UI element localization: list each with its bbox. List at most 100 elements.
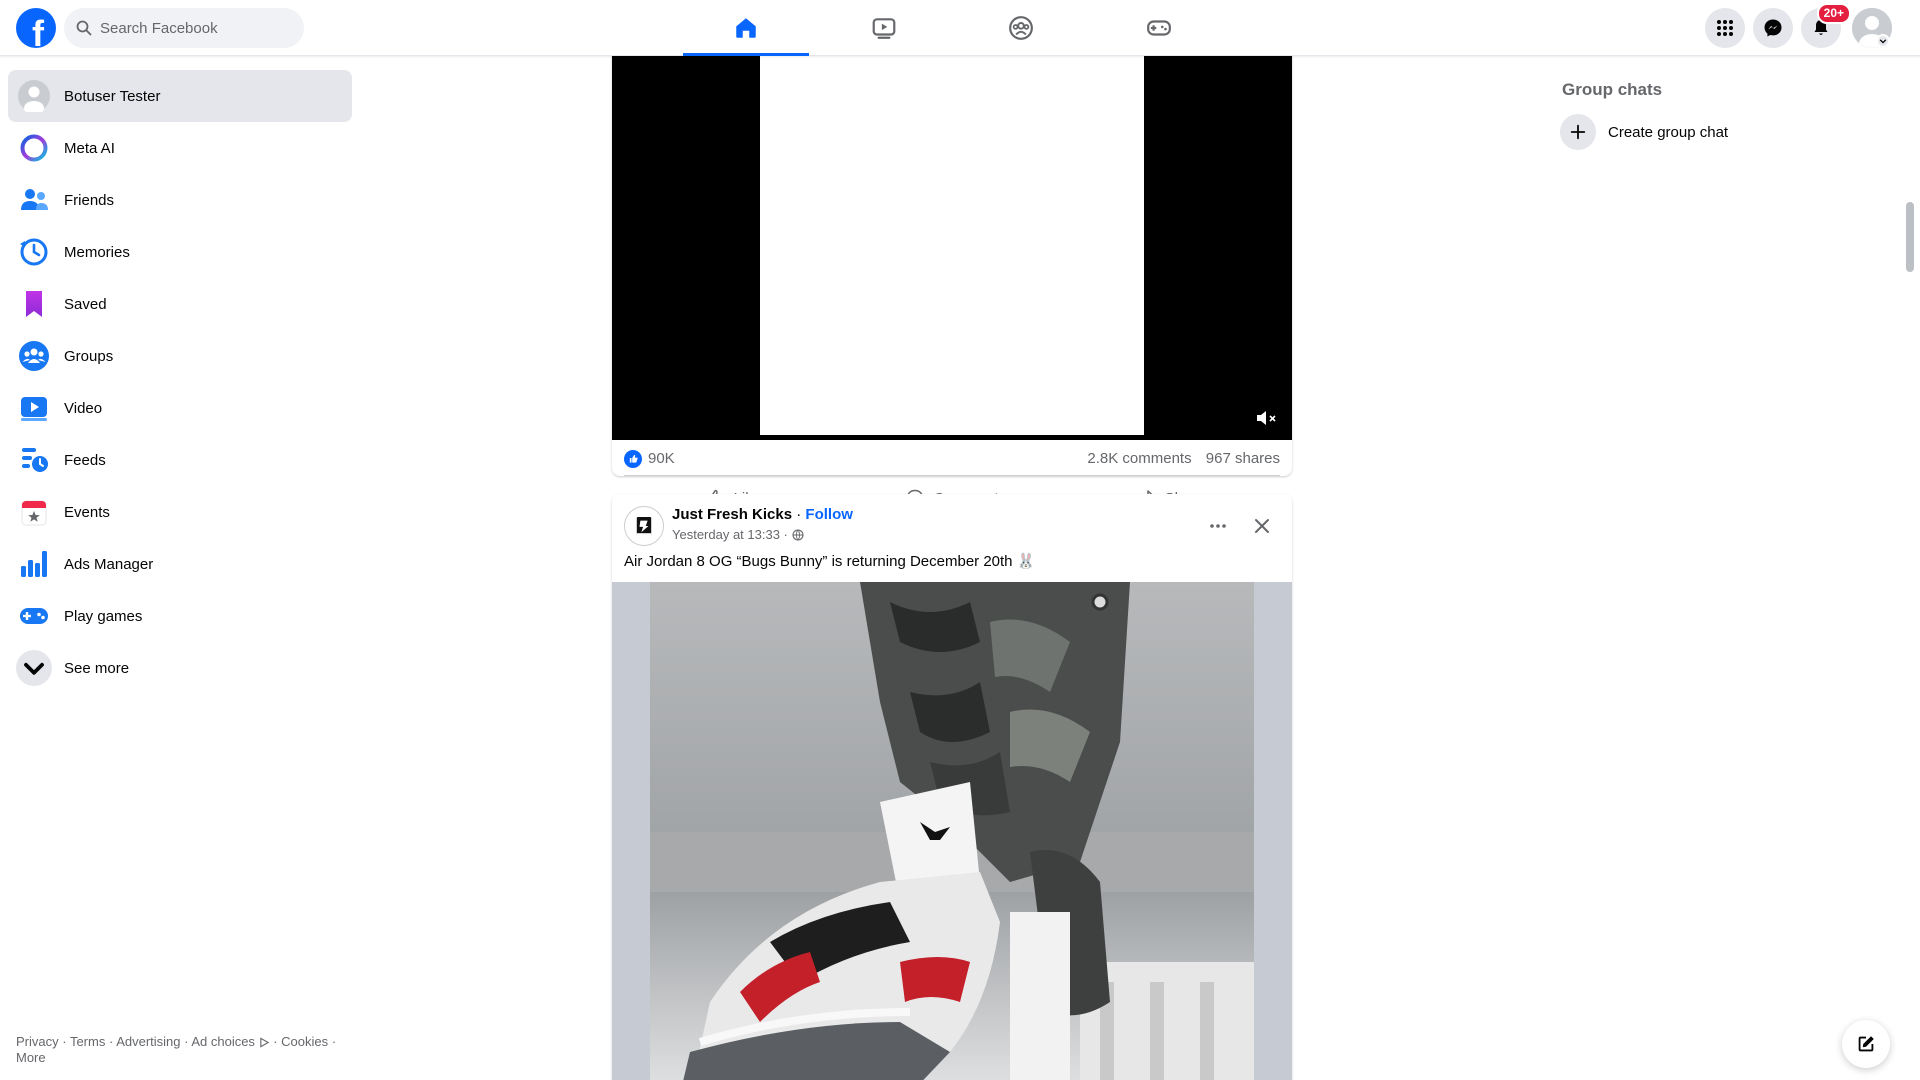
name-separator: · — [792, 506, 806, 523]
sidebar-item-groups[interactable]: Groups — [8, 330, 352, 382]
post-photo[interactable] — [650, 582, 1254, 1080]
tab-gaming[interactable] — [1096, 0, 1222, 56]
post-stats: 90K 2.8K comments 967 shares — [624, 442, 1280, 476]
footer-separator: · — [269, 1034, 282, 1049]
globe-icon — [792, 528, 804, 541]
video-frame — [760, 56, 1144, 435]
new-message-button[interactable] — [1842, 1020, 1890, 1068]
footer-separator: · — [328, 1034, 337, 1049]
footer-link-terms[interactable]: Terms — [70, 1034, 105, 1049]
footer-link-advertising[interactable]: Advertising — [116, 1034, 180, 1049]
post-timestamp[interactable]: Yesterday at 13:33 · — [672, 527, 788, 542]
ads-manager-icon — [16, 546, 52, 582]
friends-icon — [16, 182, 52, 218]
groups-icon — [1009, 16, 1033, 40]
sidebar-item-label: Meta AI — [64, 139, 115, 157]
see-more-icon-wrap — [16, 650, 52, 686]
chevron-down-icon — [16, 650, 52, 686]
menu-button[interactable] — [1705, 8, 1745, 48]
home-icon — [736, 18, 756, 38]
notifications-badge: 20+ — [1816, 3, 1851, 24]
post-text: Air Jordan 8 OG “Bugs Bunny” is returnin… — [624, 553, 1036, 570]
tab-groups[interactable] — [958, 0, 1084, 56]
page-name[interactable]: Just Fresh Kicks — [672, 506, 792, 523]
footer-link-privacy[interactable]: Privacy — [16, 1034, 59, 1049]
search-icon — [76, 20, 92, 36]
ad-choices-icon — [259, 1037, 269, 1048]
sidebar-item-meta-ai[interactable]: Meta AI — [8, 122, 352, 174]
sidebar-item-profile[interactable]: Botuser Tester — [8, 70, 352, 122]
sidebar-item-video[interactable]: Video — [8, 382, 352, 434]
close-icon — [1255, 519, 1269, 533]
mute-icon[interactable] — [1254, 406, 1278, 430]
sidebar-item-feeds[interactable]: Feeds — [8, 434, 352, 486]
sidebar-item-saved[interactable]: Saved — [8, 278, 352, 330]
group-chats-heading: Group chats — [1562, 80, 1663, 99]
sidebar-item-label: Saved — [64, 295, 107, 313]
sidebar-item-ads-manager[interactable]: Ads Manager — [8, 538, 352, 590]
sidebar-item-label: Video — [64, 399, 103, 417]
search-input[interactable] — [100, 19, 290, 37]
follow-button[interactable]: Follow — [805, 506, 853, 523]
post-author-line: Just Fresh Kicks · Follow — [672, 506, 853, 523]
post-header: Just Fresh Kicks · Follow Yesterday at 1… — [624, 504, 1280, 548]
chevron-down-icon — [1879, 39, 1887, 44]
hide-post-button[interactable] — [1244, 508, 1280, 544]
post-meta: Yesterday at 13:33 · — [672, 527, 804, 542]
feed-post-photo: Just Fresh Kicks · Follow Yesterday at 1… — [612, 494, 1292, 1080]
sidebar-item-label: Friends — [64, 191, 115, 209]
sidebar-item-play-games[interactable]: Play games — [8, 590, 352, 642]
events-icon — [16, 494, 52, 530]
footer-link-ad-choices[interactable]: Ad choices — [191, 1034, 255, 1049]
account-menu-chevron[interactable] — [1876, 34, 1890, 48]
create-group-chat-button[interactable]: Create group chat — [1560, 112, 1860, 152]
sidebar-item-label: Memories — [64, 243, 130, 261]
apps-grid-icon — [1717, 20, 1733, 36]
footer-separator: · — [105, 1034, 117, 1049]
video-icon — [872, 18, 896, 39]
video-player[interactable] — [612, 56, 1292, 440]
meta-ai-icon — [16, 130, 52, 166]
post-photo-container[interactable] — [612, 582, 1292, 1080]
sidebar-item-see-more[interactable]: See more — [8, 642, 352, 694]
memories-icon — [16, 234, 52, 270]
post-options-button[interactable] — [1200, 508, 1236, 544]
tab-home[interactable] — [683, 0, 809, 56]
engagement-counts: 2.8K comments 967 shares — [1077, 450, 1280, 467]
sidebar-item-label: Events — [64, 503, 110, 521]
footer-separator: · — [180, 1034, 192, 1049]
feeds-icon — [16, 442, 52, 478]
left-sidebar: Botuser Tester Meta AI Friends Memories … — [8, 70, 352, 694]
more-horizontal-icon — [1210, 524, 1226, 528]
sidebar-item-events[interactable]: Events — [8, 486, 352, 538]
feed-post-video: 90K 2.8K comments 967 shares Like Commen… — [612, 40, 1292, 507]
sidebar-item-label: Groups — [64, 347, 114, 365]
facebook-logo-icon[interactable]: f — [16, 8, 56, 48]
sneaker-photo — [650, 582, 1254, 1080]
create-group-chat-label: Create group chat — [1608, 123, 1729, 141]
footer-link-more[interactable]: More — [16, 1050, 46, 1065]
like-reaction-icon — [624, 449, 642, 468]
reactions-summary[interactable]: 90K — [624, 449, 675, 468]
tab-video[interactable] — [821, 0, 947, 56]
search-box[interactable] — [64, 8, 304, 48]
sidebar-item-label: Ads Manager — [64, 555, 154, 573]
top-navigation-bar: f 20+ — [0, 0, 1920, 56]
sidebar-item-friends[interactable]: Friends — [8, 174, 352, 226]
page-avatar[interactable] — [624, 506, 664, 546]
comments-count[interactable]: 2.8K comments — [1087, 450, 1191, 467]
messenger-button[interactable] — [1753, 8, 1793, 48]
profile-avatar-icon — [16, 78, 52, 114]
groups-icon — [16, 338, 52, 374]
page-scrollbar[interactable] — [1906, 202, 1914, 272]
shares-count[interactable]: 967 shares — [1206, 450, 1280, 467]
right-column: Group chats Create group chat — [1560, 80, 1860, 152]
sidebar-item-label: Play games — [64, 607, 143, 625]
sidebar-item-memories[interactable]: Memories — [8, 226, 352, 278]
footer-separator: · — [58, 1034, 70, 1049]
saved-icon — [16, 286, 52, 322]
footer-link-cookies[interactable]: Cookies — [281, 1034, 328, 1049]
play-games-icon — [16, 598, 52, 634]
footer-links: Privacy · Terms · Advertising · Ad choic… — [16, 1034, 346, 1066]
notifications-button[interactable]: 20+ — [1801, 3, 1851, 48]
